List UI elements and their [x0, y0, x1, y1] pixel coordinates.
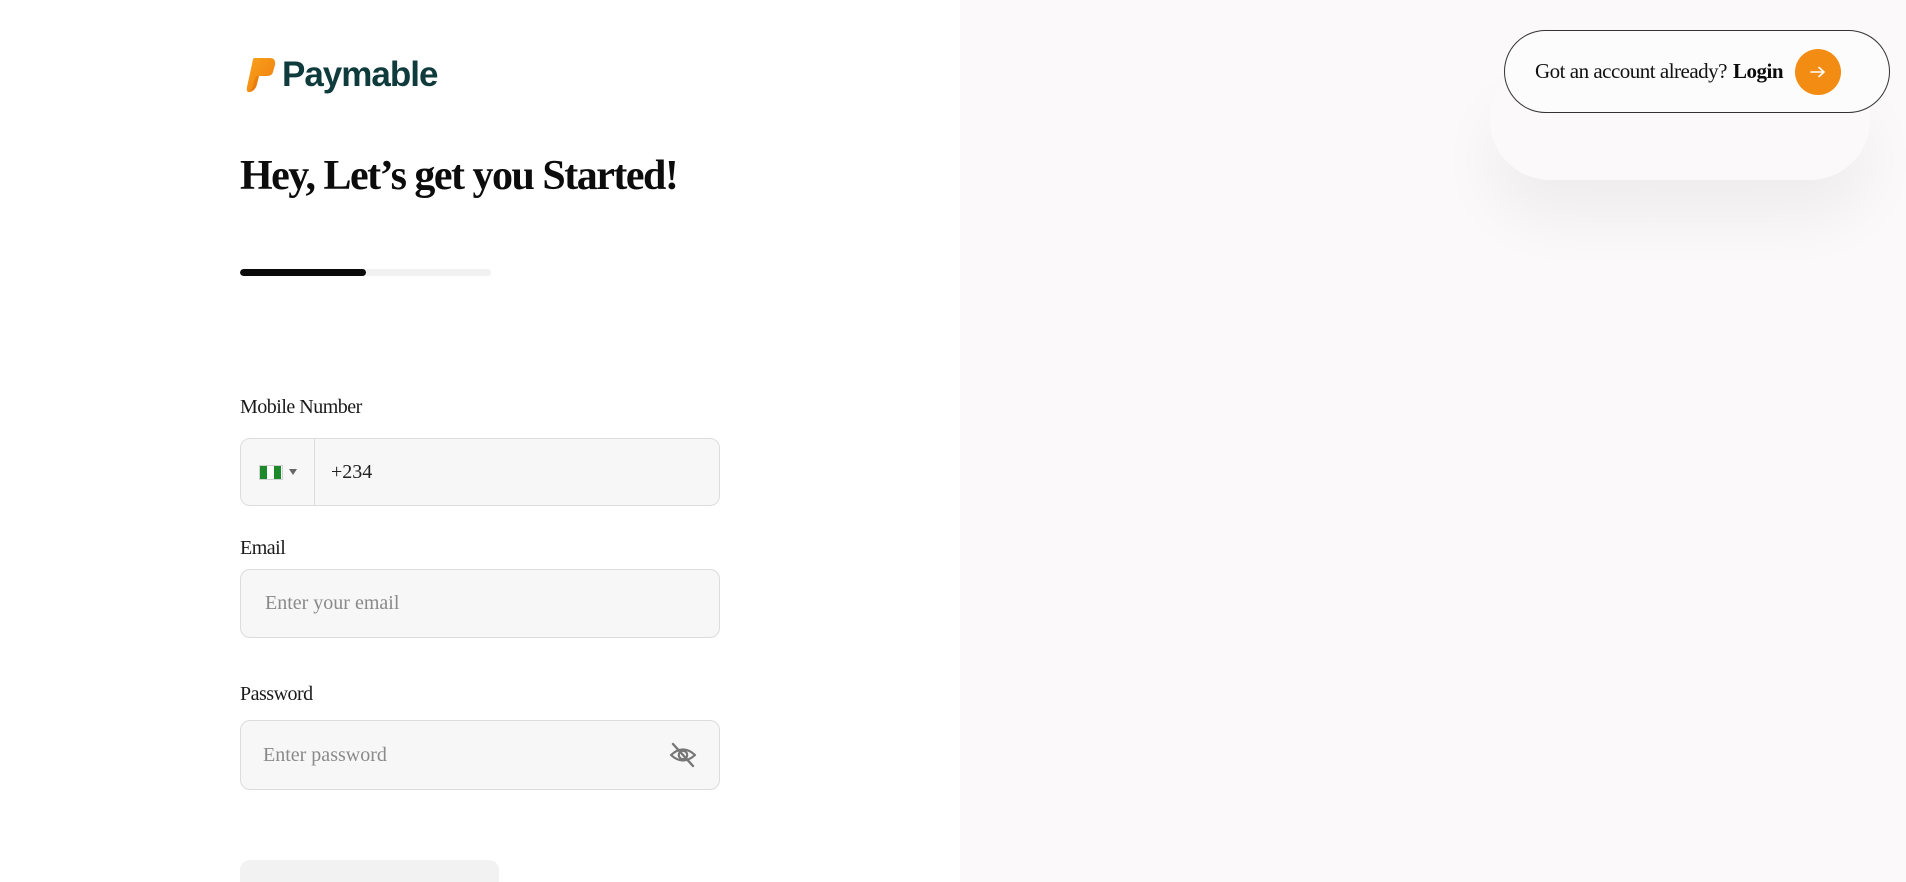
mobile-number-input[interactable] [315, 439, 719, 505]
password-label: Password [240, 683, 313, 705]
login-link[interactable]: Login [1733, 59, 1784, 84]
mobile-number-field [240, 438, 720, 506]
signup-progress-bar [240, 269, 491, 276]
arrow-right-icon [1810, 66, 1825, 77]
mobile-number-label: Mobile Number [240, 396, 362, 418]
paymable-logo-icon [244, 56, 276, 94]
login-prompt-pill[interactable]: Got an account already? Login [1504, 30, 1890, 113]
email-input[interactable] [241, 570, 719, 637]
eye-off-icon [669, 742, 697, 768]
password-input[interactable] [241, 721, 665, 789]
chevron-down-icon [288, 469, 297, 475]
password-visibility-toggle[interactable] [665, 737, 701, 773]
email-field [240, 569, 720, 638]
signup-page: Paymable Hey, Let’s get you Started! Mob… [0, 0, 1906, 882]
password-field [240, 720, 720, 790]
login-arrow-button[interactable] [1795, 48, 1842, 95]
login-prompt-text: Got an account already? [1535, 59, 1727, 83]
nigeria-flag-icon [258, 464, 283, 480]
progress-fill [240, 269, 366, 276]
brand-name: Paymable [282, 55, 438, 94]
continue-button[interactable] [240, 860, 499, 882]
country-code-select[interactable] [241, 439, 315, 505]
signup-panel: Paymable Hey, Let’s get you Started! Mob… [0, 0, 960, 882]
page-title: Hey, Let’s get you Started! [240, 153, 679, 199]
email-label: Email [240, 537, 286, 559]
brand-logo[interactable]: Paymable [244, 52, 438, 98]
